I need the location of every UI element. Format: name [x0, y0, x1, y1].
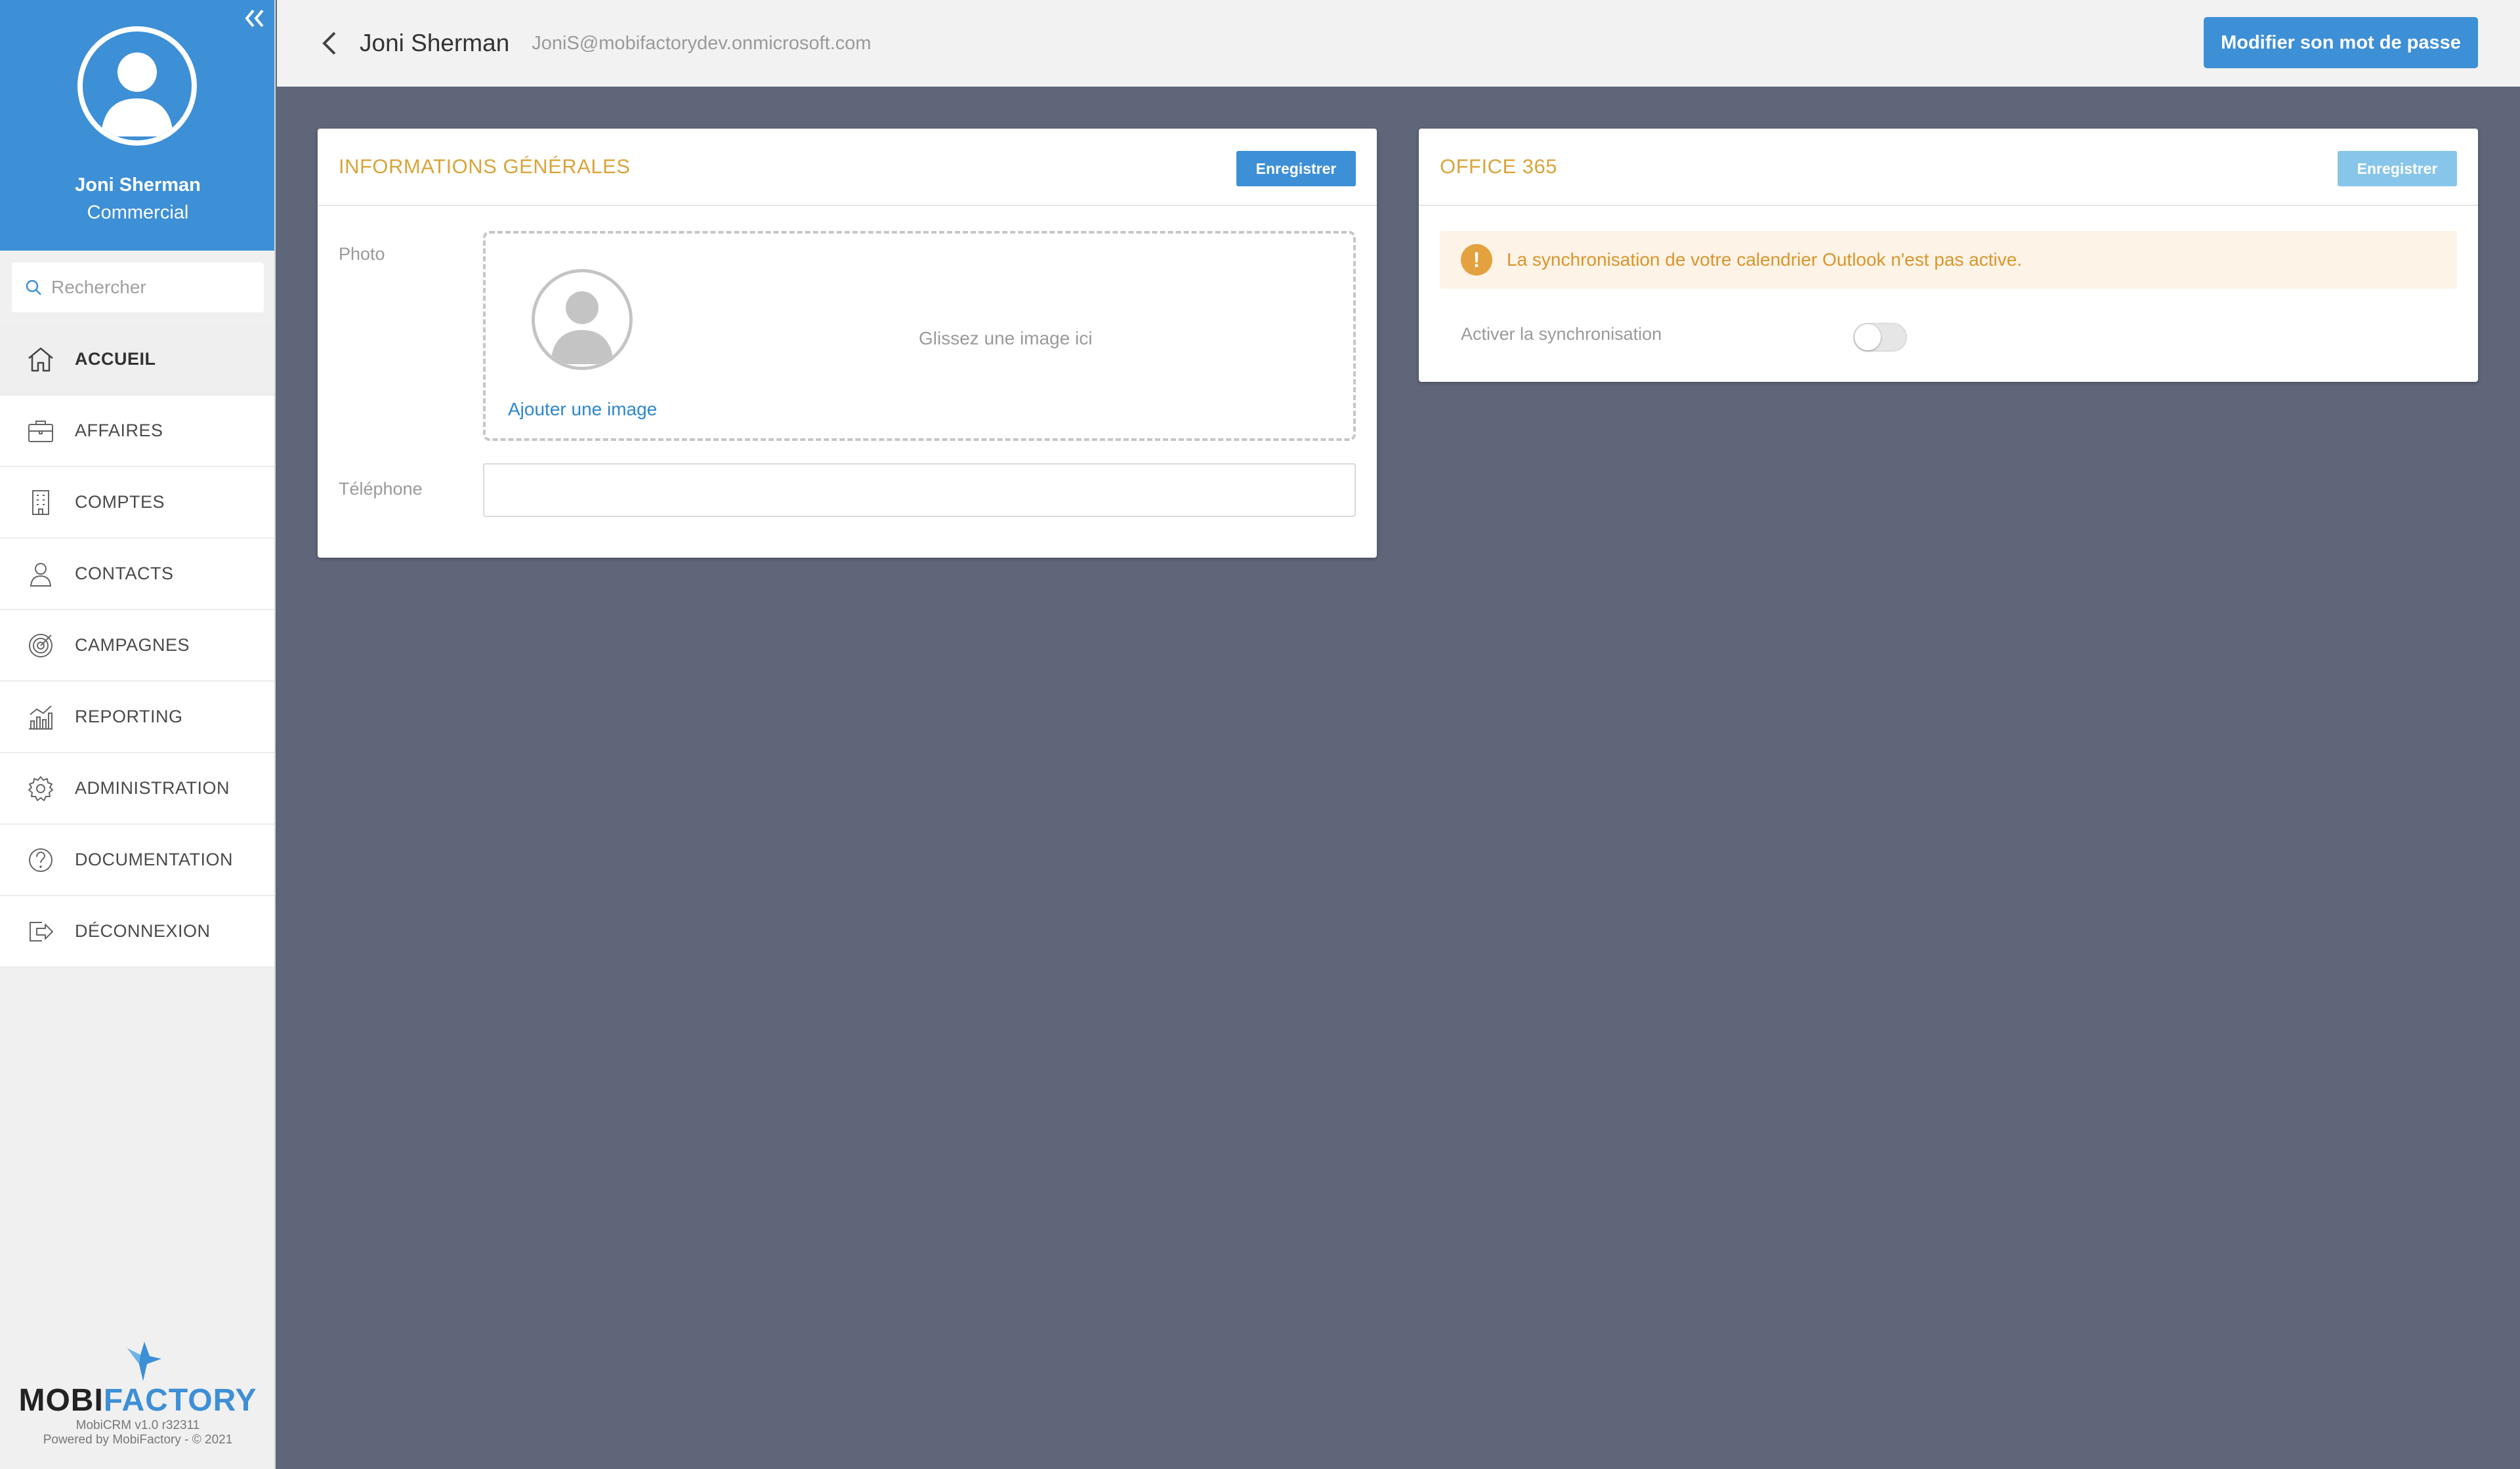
sync-toggle[interactable] [1853, 323, 1907, 352]
card-header: INFORMATIONS GÉNÉRALES Enregistrer [318, 129, 1377, 206]
user-silhouette-icon [551, 291, 614, 364]
nav-item-administration[interactable]: ADMINISTRATION [0, 753, 274, 825]
chart-icon [25, 701, 56, 733]
toggle-knob [1855, 324, 1881, 350]
nav-item-label: CAMPAGNES [75, 635, 190, 655]
person-icon [25, 558, 56, 590]
chevron-left-icon [322, 31, 336, 55]
nav-item-documentation[interactable]: DOCUMENTATION [0, 825, 274, 896]
phone-label: Téléphone [339, 479, 423, 499]
back-button[interactable] [316, 30, 343, 56]
save-button[interactable]: Enregistrer [2338, 151, 2457, 186]
bird-logo-icon [127, 1342, 161, 1381]
help-icon [25, 844, 56, 876]
card-title: INFORMATIONS GÉNÉRALES [339, 155, 631, 178]
sidebar: Joni Sherman Commercial ACCUEIL AFFAIRES [0, 0, 276, 1469]
nav-item-label: ADMINISTRATION [75, 778, 230, 798]
change-password-button[interactable]: Modifier son mot de passe [2204, 17, 2478, 68]
drop-hint: Glissez une image ici [919, 328, 1093, 348]
nav-item-label: COMPTES [75, 492, 165, 512]
nav-item-campagnes[interactable]: CAMPAGNES [0, 610, 274, 682]
profile-name: Joni Sherman [75, 175, 201, 196]
nav-item-deconnexion[interactable]: DÉCONNEXION [0, 896, 274, 968]
user-silhouette-icon [101, 52, 173, 136]
avatar[interactable] [77, 26, 197, 146]
office365-card: OFFICE 365 Enregistrer ! La synchronisat… [1419, 129, 2478, 382]
nav-item-label: AFFAIRES [75, 421, 163, 440]
logout-icon [25, 916, 56, 947]
home-icon [25, 344, 56, 375]
warning-icon: ! [1461, 244, 1492, 276]
page-title: Joni Sherman [360, 30, 510, 56]
brand-version: MobiCRM v1.0 r32311 [75, 1418, 200, 1432]
double-chevron-left-icon [245, 9, 264, 28]
nav-item-reporting[interactable]: REPORTING [0, 682, 274, 753]
briefcase-icon [25, 415, 56, 447]
general-info-card: INFORMATIONS GÉNÉRALES Enregistrer Photo… [318, 129, 1377, 558]
nav-item-accueil[interactable]: ACCUEIL [0, 324, 274, 396]
search-box[interactable] [12, 262, 264, 312]
search-icon [26, 279, 41, 295]
nav-item-contacts[interactable]: CONTACTS [0, 539, 274, 610]
card-header: OFFICE 365 Enregistrer [1419, 129, 2478, 206]
alert-text: La synchronisation de votre calendrier O… [1507, 249, 2023, 270]
photo-placeholder [532, 269, 633, 370]
brand-footer: MOBIFACTORY MobiCRM v1.0 r32311 Powered … [0, 1335, 276, 1447]
nav-item-affaires[interactable]: AFFAIRES [0, 396, 274, 467]
search-input[interactable] [51, 277, 248, 298]
building-icon [25, 487, 56, 518]
nav-item-label: DOCUMENTATION [75, 850, 233, 869]
nav-item-label: DÉCONNEXION [75, 921, 211, 941]
brand-logo: MOBIFACTORY [18, 1383, 257, 1418]
nav-item-label: REPORTING [75, 707, 183, 726]
main-nav: ACCUEIL AFFAIRES COMPTES CONTACTS CAMPAG… [0, 324, 274, 968]
profile-header: Joni Sherman Commercial [0, 0, 274, 251]
profile-role: Commercial [87, 202, 189, 223]
sync-label: Activer la synchronisation [1461, 324, 1662, 344]
add-image-link[interactable]: Ajouter une image [508, 399, 657, 420]
card-title: OFFICE 365 [1440, 155, 1557, 178]
target-icon [25, 630, 56, 661]
top-bar: Joni Sherman JoniS@mobifactorydev.onmicr… [277, 0, 2520, 87]
nav-item-label: CONTACTS [75, 564, 174, 583]
photo-label: Photo [339, 244, 385, 264]
collapse-sidebar-button[interactable] [242, 5, 268, 31]
gear-icon [25, 773, 56, 804]
nav-item-comptes[interactable]: COMPTES [0, 467, 274, 539]
sync-warning-alert: ! La synchronisation de votre calendrier… [1440, 231, 2457, 289]
save-button[interactable]: Enregistrer [1236, 151, 1356, 186]
phone-field[interactable] [483, 463, 1356, 517]
brand-powered: Powered by MobiFactory - © 2021 [43, 1433, 233, 1447]
user-email: JoniS@mobifactorydev.onmicrosoft.com [532, 32, 872, 54]
nav-item-label: ACCUEIL [75, 349, 156, 369]
image-dropzone[interactable]: Ajouter une image Glissez une image ici [483, 231, 1356, 441]
